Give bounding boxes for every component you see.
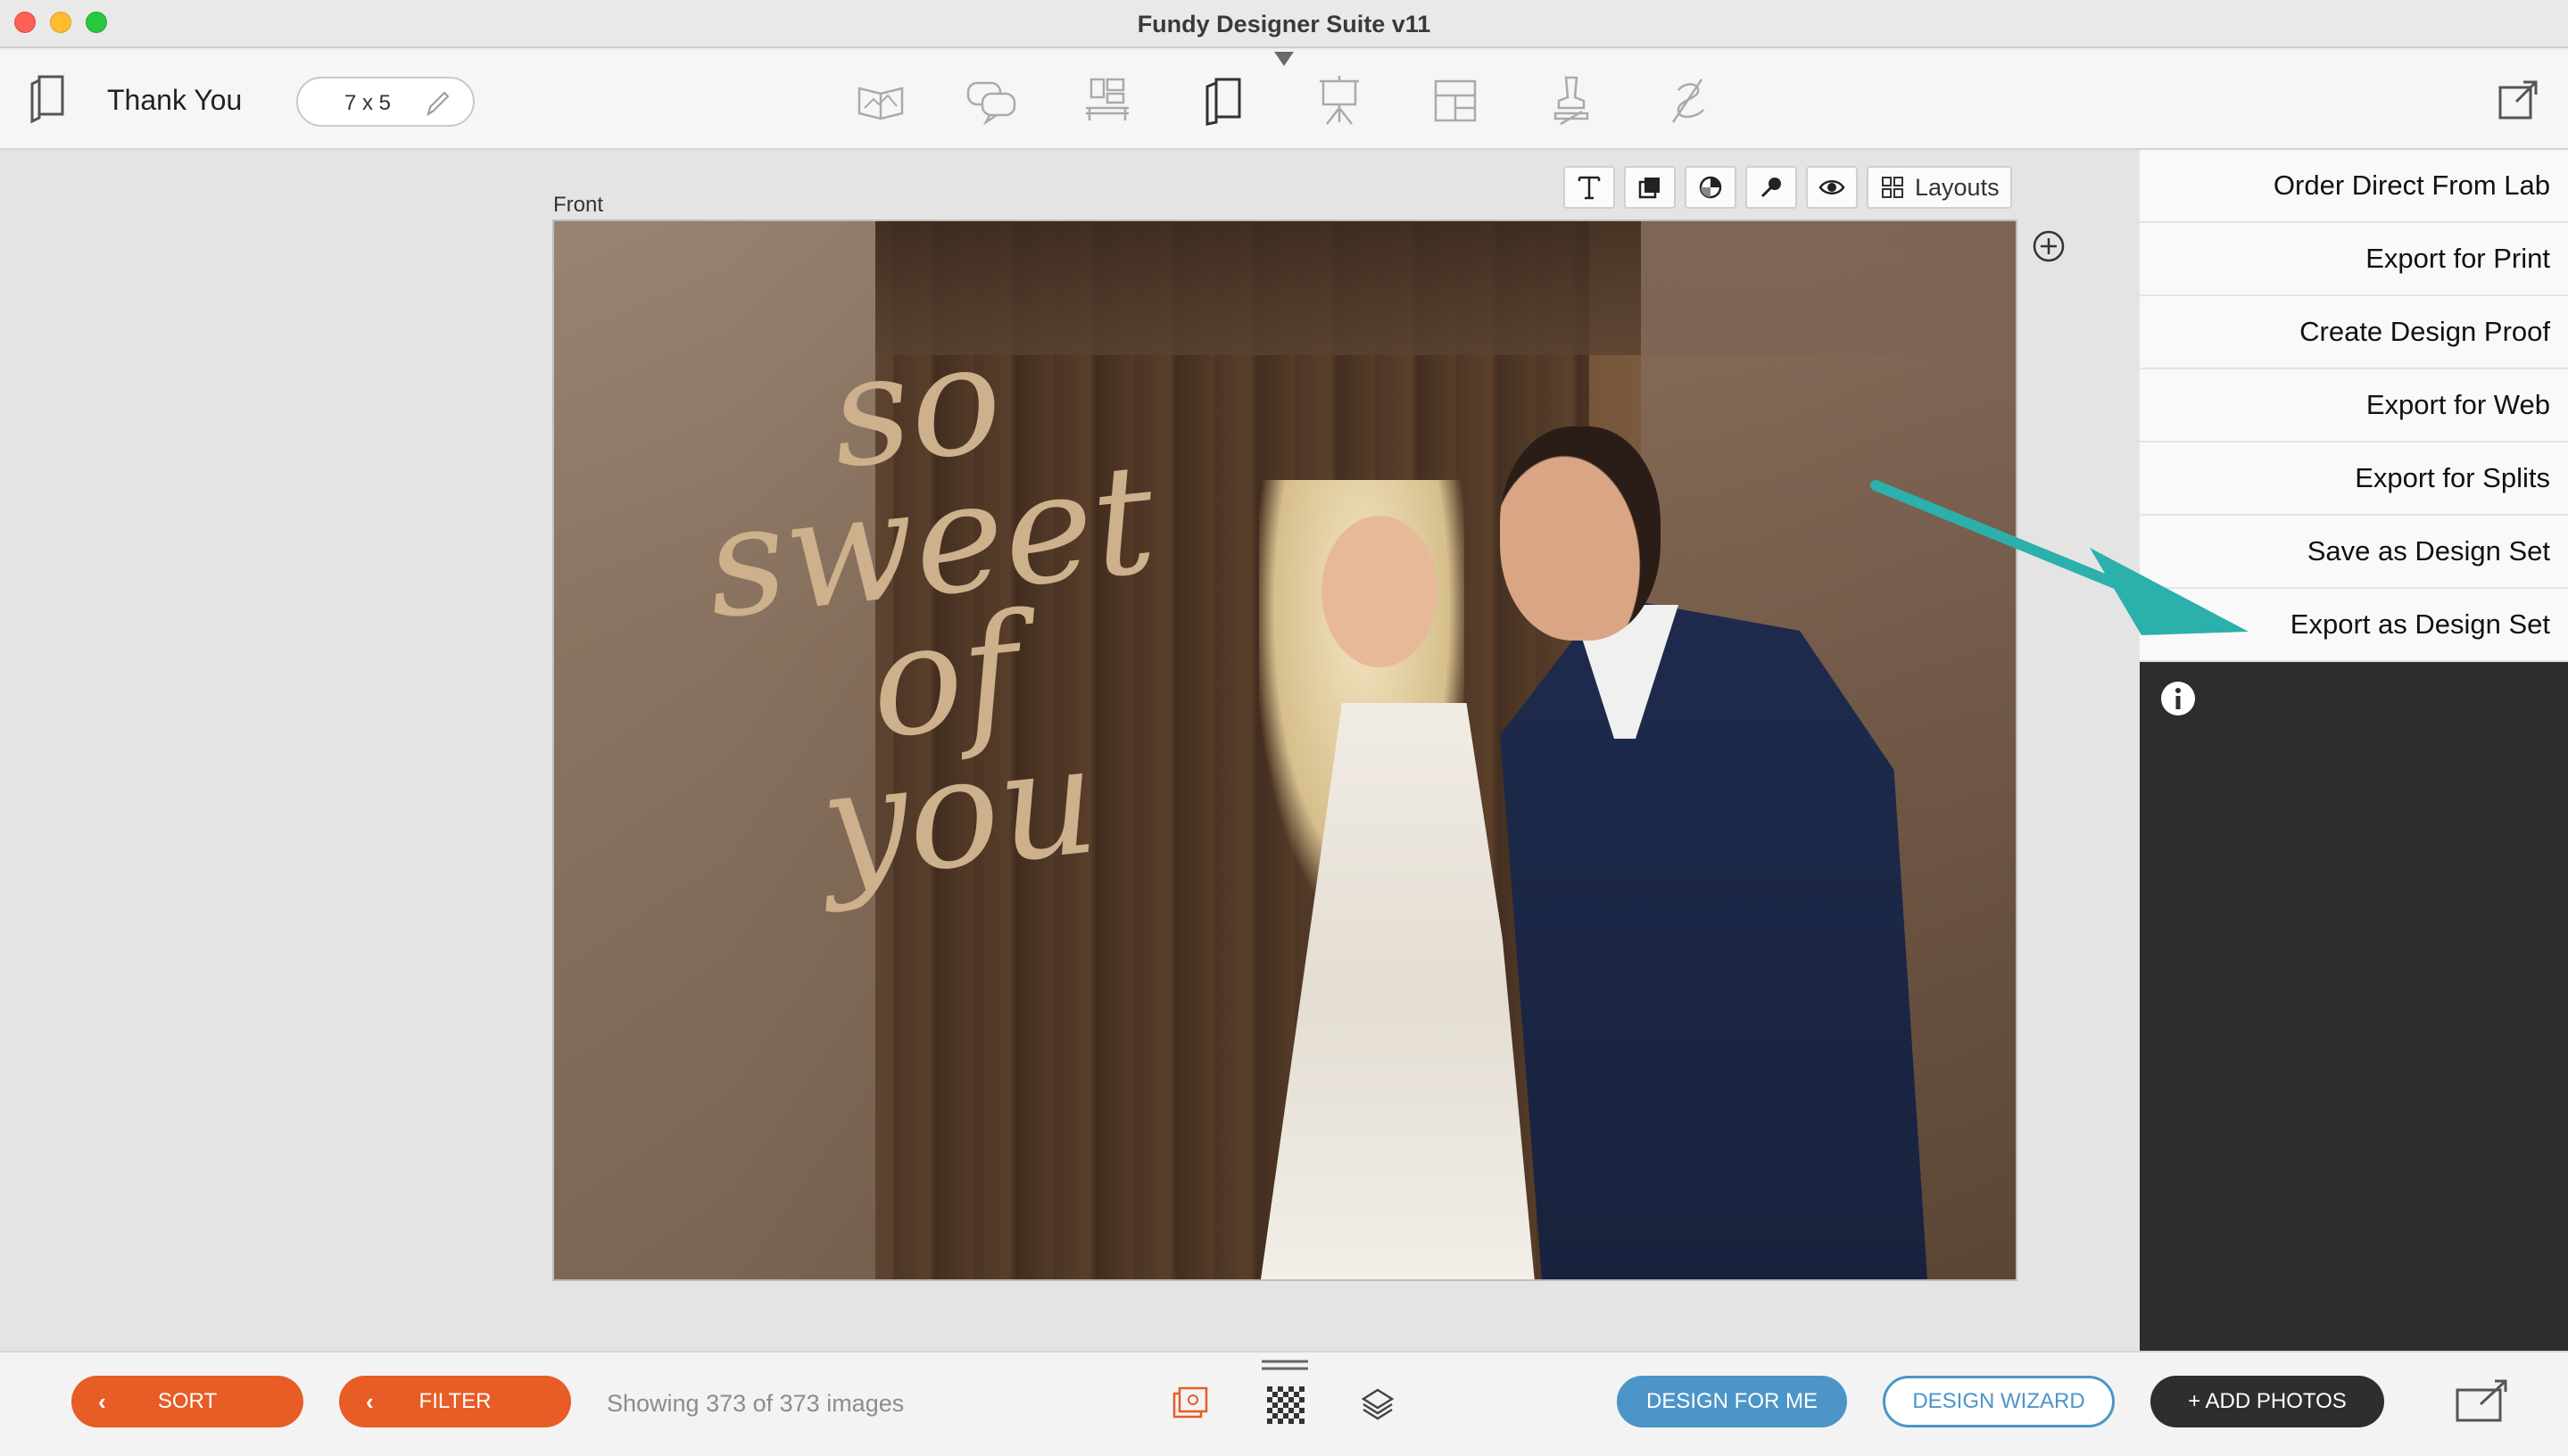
mode-indicator-icon <box>1274 52 1294 66</box>
design-for-me-button[interactable]: DESIGN FOR ME <box>1617 1376 1847 1427</box>
card-front-photo[interactable]: so sweet of you <box>552 219 2017 1281</box>
slideshow-mode-button[interactable] <box>1306 70 1372 132</box>
album-mode-button[interactable] <box>848 70 914 132</box>
product-name: Thank You <box>107 84 243 116</box>
menu-export-for-print[interactable]: Export for Print <box>2140 223 2568 296</box>
chat-bubbles-icon <box>966 81 1016 126</box>
canvas-toolbar: Layouts <box>1563 166 2012 211</box>
drag-handle-icon[interactable] <box>1260 1360 1310 1370</box>
app-window: Fundy Designer Suite v11 Thank You 7 x 5 <box>0 0 2568 1456</box>
bottom-bar: ‹ SORT ‹ FILTER Showing 373 of 373 image… <box>0 1351 2568 1456</box>
mode-switcher <box>848 70 1704 132</box>
layout-mode-button[interactable] <box>1422 70 1488 132</box>
shadow-tool-button[interactable] <box>1624 166 1676 209</box>
image-count-status: Showing 373 of 373 images <box>607 1390 905 1417</box>
menu-order-direct-from-lab[interactable]: Order Direct From Lab <box>2140 150 2568 223</box>
signature-mode-button[interactable] <box>1654 70 1720 132</box>
photo-bride-face <box>1321 516 1437 667</box>
size-selector[interactable]: 7 x 5 <box>296 77 475 127</box>
cards-mode-button[interactable] <box>1190 70 1256 132</box>
chevron-left-icon: ‹ <box>98 1388 106 1415</box>
proofing-mode-button[interactable] <box>958 70 1024 132</box>
add-photos-button[interactable]: + ADD PHOTOS <box>2150 1376 2384 1427</box>
stamp-mode-button[interactable] <box>1538 70 1604 132</box>
design-workspace: Front Layouts so sweet of you <box>0 150 2140 1351</box>
color-wheel-icon <box>1699 176 1722 199</box>
wall-collage-icon <box>1086 78 1129 120</box>
menu-create-design-proof[interactable]: Create Design Proof <box>2140 296 2568 369</box>
easel-icon <box>1320 76 1359 125</box>
card-product-icon[interactable] <box>27 73 70 125</box>
preview-tool-button[interactable] <box>1806 166 1858 209</box>
stamp-icon <box>1553 76 1589 126</box>
menu-export-for-web[interactable]: Export for Web <box>2140 369 2568 443</box>
wall-mode-button[interactable] <box>1074 70 1140 132</box>
grid-icon <box>1882 177 1903 198</box>
shadow-icon <box>1638 178 1660 199</box>
layers-icon[interactable] <box>1356 1383 1399 1426</box>
design-wizard-button[interactable]: DESIGN WIZARD <box>1883 1376 2115 1427</box>
text-tool-button[interactable] <box>1563 166 1615 209</box>
info-icon[interactable] <box>2159 680 2197 717</box>
layouts-label: Layouts <box>1915 173 2000 201</box>
eyedropper-tool-button[interactable] <box>1745 166 1797 209</box>
layouts-button[interactable]: Layouts <box>1867 166 2012 209</box>
page-label: Front <box>553 193 604 217</box>
title-bar: Fundy Designer Suite v11 <box>0 0 2568 48</box>
pencil-icon <box>427 91 450 117</box>
eye-icon <box>1818 180 1845 194</box>
signature-icon <box>1671 79 1704 123</box>
checker-grid-icon[interactable] <box>1263 1383 1306 1426</box>
side-panel: Order Direct From Lab Export for Print C… <box>2140 150 2568 1351</box>
album-icon <box>857 87 904 120</box>
window-title: Fundy Designer Suite v11 <box>1137 11 1431 37</box>
script-text-overlay[interactable]: so sweet of you <box>661 310 1215 915</box>
photo-groom-head <box>1500 426 1661 641</box>
sort-label: SORT <box>157 1389 218 1413</box>
text-icon <box>1578 176 1601 200</box>
sort-button[interactable]: ‹ SORT <box>71 1376 303 1427</box>
filter-button[interactable]: ‹ FILTER <box>339 1376 571 1427</box>
cards-icon <box>1205 78 1241 126</box>
layout-panel-icon <box>1434 79 1477 122</box>
popout-window-icon[interactable] <box>2495 77 2541 123</box>
chevron-left-icon: ‹ <box>366 1388 374 1415</box>
size-label: 7 x 5 <box>344 91 392 115</box>
filter-label: FILTER <box>418 1389 492 1413</box>
add-page-icon[interactable] <box>2031 228 2067 264</box>
photo-stack-icon[interactable] <box>1169 1383 1212 1426</box>
color-tool-button[interactable] <box>1685 166 1736 209</box>
expand-panel-icon[interactable] <box>2454 1376 2511 1426</box>
annotation-arrow-icon <box>1870 480 2249 635</box>
eyedropper-icon <box>1760 178 1781 198</box>
